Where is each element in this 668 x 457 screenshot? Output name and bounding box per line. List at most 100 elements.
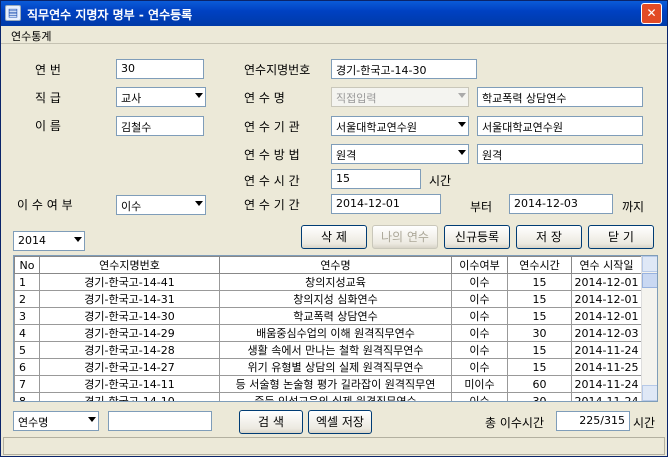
close-window-button[interactable]: ✕ [641, 3, 662, 24]
main-window: ▤ 직무연수 지명자 명부 - 연수등록 ✕ 연수통계 연 번 30 직 급 교… [0, 0, 668, 457]
scroll-up-icon[interactable] [642, 256, 657, 272]
col-header-course-name[interactable]: 연수명 [219, 256, 452, 274]
app-book-icon: ▤ [5, 5, 21, 21]
hours-input[interactable]: 15 [331, 169, 421, 189]
table-row[interactable]: 1 경기-한국고-14-41 창의지성교육 이수 15 2014-12-01 [14, 273, 642, 291]
course-no-label: 연수지명번호 [244, 63, 311, 77]
cell-complete: 이수 [451, 324, 508, 342]
cell-course-name: 배움중심수업의 이해 원격직무연수 [219, 324, 452, 342]
cell-no: 7 [14, 375, 40, 393]
cell-complete: 이수 [451, 307, 508, 325]
cell-start-date: 2014-11-24 [571, 392, 642, 401]
course-name-select: 직접입력 [331, 87, 469, 107]
cell-no: 8 [14, 392, 40, 401]
cell-course-name: 창의지성교육 [219, 273, 452, 291]
cell-hours: 30 [507, 392, 572, 401]
col-header-start-date[interactable]: 연수 시작일 [571, 256, 642, 274]
chevron-down-icon [458, 150, 466, 155]
cell-course-no: 경기-한국고-14-41 [39, 273, 220, 291]
chevron-down-icon [458, 93, 466, 98]
cell-start-date: 2014-11-24 [571, 375, 642, 393]
close-icon: ✕ [646, 6, 657, 20]
cell-start-date: 2014-12-03 [571, 324, 642, 342]
excel-save-button[interactable]: 엑셀 저장 [308, 410, 372, 434]
table-row[interactable]: 7 경기-한국고-14-11 등 서술형 논술형 평가 길라잡이 원격직무연 미이수 6… [14, 375, 642, 393]
cell-hours: 60 [507, 375, 572, 393]
cell-course-name: 생활 속에서 만나는 철학 원격직무연수 [219, 341, 452, 359]
table-row[interactable]: 5 경기-한국고-14-28 생활 속에서 만나는 철학 원격직무연수 이수 15 201… [14, 341, 642, 359]
complete-select-value: 이수 [121, 200, 142, 213]
year-select[interactable]: 2014 [13, 231, 85, 251]
table-header-row: No 연수지명번호 연수명 이수여부 연수시간 연수 시작일 [14, 256, 642, 274]
rank-select-value: 교사 [121, 92, 142, 105]
search-field-select[interactable]: 연수명 [13, 411, 99, 431]
cell-course-no: 경기-한국고-14-28 [39, 341, 220, 359]
search-input[interactable] [108, 411, 212, 431]
cell-course-no: 경기-한국고-14-11 [39, 375, 220, 393]
cell-course-no: 경기-한국고-14-27 [39, 358, 220, 376]
save-button[interactable]: 저 장 [516, 225, 582, 249]
cell-course-name: 창의지성 심화연수 [219, 290, 452, 308]
search-field-value: 연수명 [18, 416, 49, 429]
cell-complete: 미이수 [451, 375, 508, 393]
institution-select[interactable]: 서울대학교연수원 [331, 116, 469, 136]
col-header-course-no[interactable]: 연수지명번호 [39, 256, 220, 274]
serial-input[interactable]: 30 [116, 59, 204, 79]
rank-label: 직 급 [35, 91, 61, 105]
cell-course-no: 경기-한국고-14-29 [39, 324, 220, 342]
total-hours-label: 총 이수시간 [485, 416, 545, 430]
cell-hours: 15 [507, 341, 572, 359]
cell-course-name: 학교폭력 상담연수 [219, 307, 452, 325]
name-input[interactable]: 김철수 [116, 116, 204, 136]
period-start-input[interactable]: 2014-12-01 [331, 194, 441, 214]
table-row[interactable]: 4 경기-한국고-14-29 배움중심수업의 이해 원격직무연수 이수 30 2014-1… [14, 324, 642, 342]
cell-start-date: 2014-11-25 [571, 358, 642, 376]
col-header-complete[interactable]: 이수여부 [451, 256, 508, 274]
cell-hours: 15 [507, 358, 572, 376]
col-header-hours[interactable]: 연수시간 [507, 256, 572, 274]
complete-select[interactable]: 이수 [116, 195, 206, 215]
method-input[interactable]: 원격 [477, 144, 643, 164]
my-courses-button: 나의 연수 [372, 225, 438, 249]
total-hours-value: 225/315 [556, 411, 630, 431]
rank-select[interactable]: 교사 [116, 87, 206, 107]
vertical-scrollbar[interactable] [641, 256, 657, 401]
scroll-thumb[interactable] [642, 273, 657, 288]
menu-bar: 연수통계 [1, 26, 667, 44]
table-row[interactable]: 6 경기-한국고-14-27 위기 유형별 상담의 실제 원격직무연수 이수 15 201… [14, 358, 642, 376]
delete-button[interactable]: 삭 제 [301, 225, 367, 249]
cell-hours: 15 [507, 273, 572, 291]
cell-course-no: 경기-한국고-14-10 [39, 392, 220, 401]
cell-no: 1 [14, 273, 40, 291]
course-no-input[interactable]: 경기-한국고-14-30 [331, 59, 477, 79]
cell-complete: 이수 [451, 392, 508, 401]
period-label: 연 수 기 간 [244, 198, 300, 212]
col-header-no[interactable]: No [14, 256, 40, 274]
period-end-input[interactable]: 2014-12-03 [509, 194, 613, 214]
table-row[interactable]: 8 경기-한국고-14-10 중등 인성교육의 실제 원격직무연수 이수 30 2014-… [14, 392, 642, 401]
cell-start-date: 2014-12-01 [571, 290, 642, 308]
search-button[interactable]: 검 색 [239, 410, 303, 434]
title-bar[interactable]: ▤ 직무연수 지명자 명부 - 연수등록 ✕ [1, 1, 667, 26]
cell-course-name: 등 서술형 논술형 평가 길라잡이 원격직무연 [219, 375, 452, 393]
institution-input[interactable]: 서울대학교연수원 [477, 116, 643, 136]
new-button[interactable]: 신규등록 [444, 225, 510, 249]
cell-course-no: 경기-한국고-14-31 [39, 290, 220, 308]
cell-complete: 이수 [451, 273, 508, 291]
table-row[interactable]: 3 경기-한국고-14-30 학교폭력 상담연수 이수 15 2014-12-01 [14, 307, 642, 325]
hours-label: 연 수 시 간 [244, 174, 300, 188]
method-select[interactable]: 원격 [331, 144, 469, 164]
scroll-down-icon[interactable] [642, 385, 657, 401]
cell-course-no: 경기-한국고-14-30 [39, 307, 220, 325]
complete-label: 이 수 여 부 [17, 198, 73, 212]
chevron-down-icon [458, 122, 466, 127]
period-to-label: 까지 [622, 200, 645, 214]
table-row[interactable]: 2 경기-한국고-14-31 창의지성 심화연수 이수 15 2014-12-01 [14, 290, 642, 308]
cell-no: 6 [14, 358, 40, 376]
cell-hours: 30 [507, 324, 572, 342]
institution-label: 연 수 기 관 [244, 120, 300, 134]
course-table[interactable]: No 연수지명번호 연수명 이수여부 연수시간 연수 시작일 1 경기-한국고-1… [13, 255, 658, 402]
close-button[interactable]: 닫 기 [588, 225, 654, 249]
menu-item-stats[interactable]: 연수통계 [11, 28, 51, 44]
course-name-input[interactable]: 학교폭력 상담연수 [477, 87, 643, 107]
